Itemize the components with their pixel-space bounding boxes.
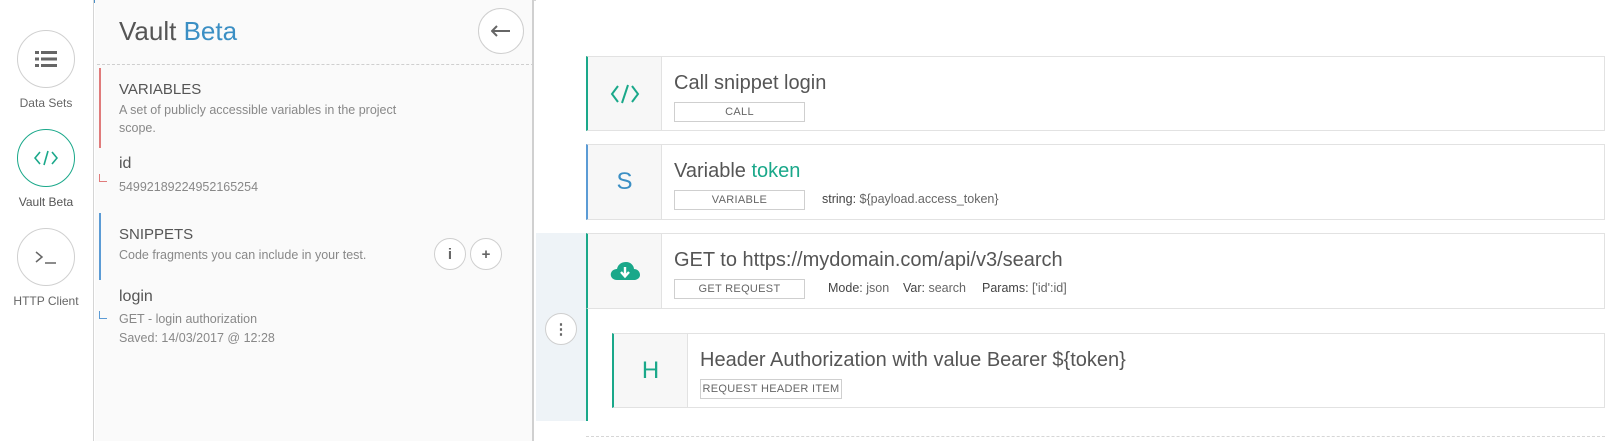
arrow-left-icon [491, 25, 510, 37]
info-icon: i [447, 245, 453, 263]
step-title: Header Authorization with value Bearer $… [700, 349, 1126, 371]
plus-icon: + [481, 245, 491, 263]
meta-key: Var: [903, 281, 925, 295]
step-title: Call snippet login [674, 72, 827, 94]
variables-accent-bar [99, 68, 101, 148]
vault-title-main: Vault [119, 16, 177, 46]
vault-title-accent: Beta [183, 16, 238, 46]
meta-key: Mode: [828, 281, 863, 295]
divider [97, 64, 534, 65]
add-snippet-button[interactable]: + [470, 238, 502, 270]
meta-value: ${payload.access_token} [859, 192, 999, 206]
terminal-icon[interactable] [17, 228, 75, 286]
step-request-header[interactable]: H Header Authorization with value Bearer… [612, 333, 1605, 408]
snippet-entry-saved: Saved: 14/03/2017 @ 12:28 [119, 331, 275, 345]
step-variable[interactable]: S Variable token VARIABLE string: ${payl… [586, 144, 1605, 220]
rail-label: HTTP Client [13, 294, 79, 308]
kebab-icon: ⋮ [553, 321, 569, 338]
code-icon[interactable] [17, 129, 75, 187]
more-options-button[interactable]: ⋮ [545, 313, 577, 345]
snippet-entry-desc: GET - login authorization [119, 312, 258, 326]
snippets-section: SNIPPETS Code fragments you can include … [99, 213, 519, 353]
step-badge: REQUEST HEADER ITEM [700, 379, 842, 399]
step-meta: string: ${payload.access_token} [822, 192, 999, 206]
step-title-highlight: token [751, 160, 801, 182]
snippets-description: Code fragments you can include in your t… [119, 248, 367, 262]
header-letter-icon: H [614, 334, 688, 407]
test-steps-area: ⋮ Call snippet login CALL S Variable tok… [536, 0, 1605, 441]
meta-value: ['id':id] [1032, 281, 1067, 295]
rail-item-data-sets[interactable]: Data Sets [0, 30, 92, 110]
snippets-accent-bar [99, 213, 101, 280]
group-left-bar [586, 309, 588, 421]
step-title: Variable token [674, 160, 800, 183]
snippets-tick [99, 311, 107, 319]
variables-section: VARIABLES A set of publicly accessible v… [99, 68, 519, 194]
collapse-panel-button[interactable] [478, 8, 524, 54]
variable-entry-name[interactable]: id [119, 155, 131, 173]
meta-key: Params: [982, 281, 1029, 295]
step-title: GET to https://mydomain.com/api/v3/searc… [674, 249, 1063, 271]
rail-label: Data Sets [19, 96, 73, 110]
code-icon [588, 57, 662, 130]
divider [586, 436, 1605, 437]
snippets-title: SNIPPETS [119, 226, 194, 243]
meta-key: string: [822, 192, 857, 206]
meta-value: search [928, 281, 967, 295]
variable-entry-value: 54992189224952165254 [119, 180, 259, 194]
variables-tick [99, 174, 107, 182]
meta-value: json [866, 281, 890, 295]
step-badge: VARIABLE [674, 190, 805, 210]
rail-item-http-client[interactable]: HTTP Client [0, 228, 92, 308]
left-rail: Data Sets Vault Beta HTTP Client [0, 0, 94, 441]
rail-label: Vault Beta [18, 195, 74, 209]
step-badge: GET REQUEST [674, 279, 805, 299]
step-meta-var: Var: search [903, 281, 966, 295]
rail-item-vault-beta[interactable]: Vault Beta [0, 129, 92, 209]
info-button[interactable]: i [434, 238, 466, 270]
step-badge: CALL [674, 102, 805, 122]
vault-title: Vault Beta [119, 16, 237, 47]
variable-letter-icon: S [588, 145, 662, 219]
vault-panel: Vault Beta VARIABLES A set of publicly a… [95, 0, 534, 441]
step-meta-params: Params: ['id':id] [982, 281, 1067, 295]
variables-title: VARIABLES [119, 81, 202, 98]
step-get-request[interactable]: GET to https://mydomain.com/api/v3/searc… [586, 233, 1605, 309]
snippet-entry-name[interactable]: login [119, 288, 153, 306]
step-call-snippet[interactable]: Call snippet login CALL [586, 56, 1605, 131]
variables-description: A set of publicly accessible variables i… [119, 103, 397, 135]
step-meta-mode: Mode: json [828, 281, 889, 295]
list-icon[interactable] [17, 30, 75, 88]
cloud-download-icon [588, 234, 662, 308]
step-title-prefix: Variable [674, 160, 746, 182]
